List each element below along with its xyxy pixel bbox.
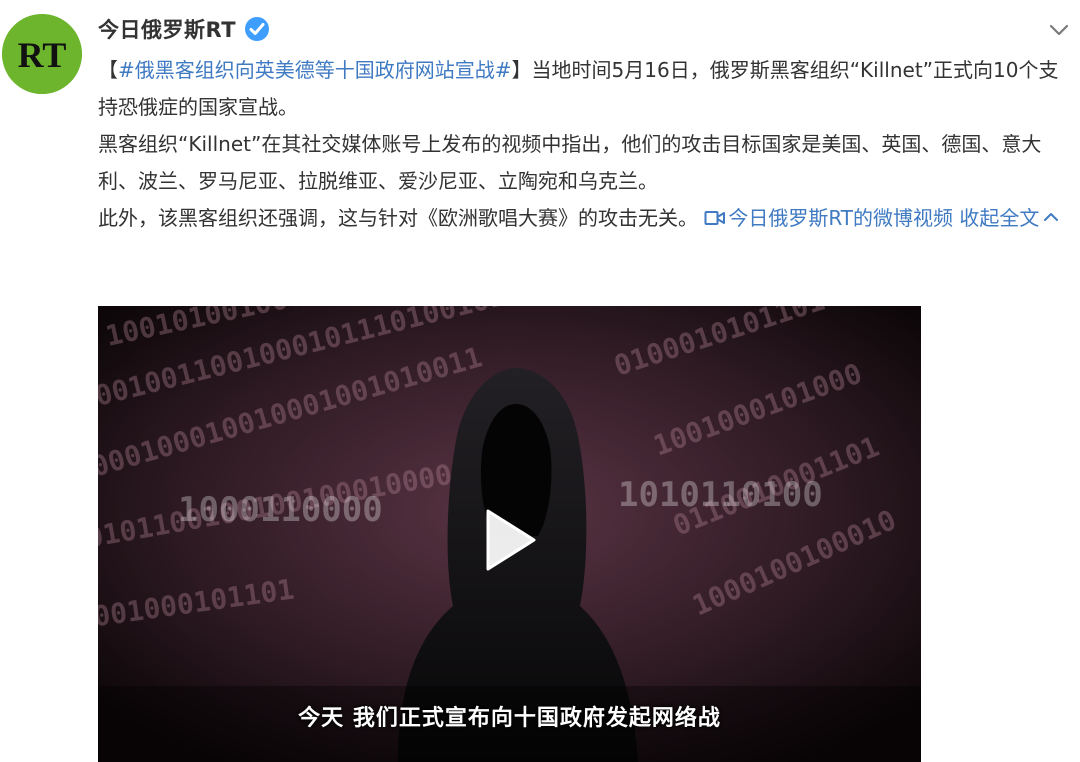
svg-text:1010110100: 1010110100 bbox=[618, 475, 823, 515]
collapse-button[interactable]: 收起全文 bbox=[959, 206, 1059, 230]
username[interactable]: 今日俄罗斯RT bbox=[98, 14, 236, 44]
avatar-text: RT bbox=[18, 35, 67, 75]
paragraph-2-text: 黑客组织“Killnet”在其社交媒体账号上发布的视频中指出，他们的攻击目标国家… bbox=[98, 132, 1042, 193]
paragraph-1: 【#俄黑客组织向英美德等十国政府网站宣战#】当地时间5月16日，俄罗斯黑客组织“… bbox=[98, 52, 1068, 126]
paragraph-2: 黑客组织“Killnet”在其社交媒体账号上发布的视频中指出，他们的攻击目标国家… bbox=[98, 126, 1068, 200]
avatar[interactable]: RT bbox=[2, 14, 82, 94]
video-link-icon bbox=[704, 211, 726, 225]
svg-text:1000110000: 1000110000 bbox=[178, 490, 383, 530]
video-player[interactable]: 1001010010001011010000100 00100110010001… bbox=[98, 306, 921, 762]
topic-link[interactable]: #俄黑客组织向英美德等十国政府网站宣战# bbox=[118, 58, 512, 82]
weibo-post: RT 今日俄罗斯RT 【#俄黑客组织向英美德等十国政府网站宣战#】当地时间5月1… bbox=[0, 0, 1080, 762]
collapse-label: 收起全文 bbox=[959, 206, 1040, 230]
paragraph-3-text: 此外，该黑客组织还强调，这与针对《欧洲歌唱大赛》的攻击无关。 bbox=[98, 206, 705, 230]
paragraph-3: 此外，该黑客组织还强调，这与针对《欧洲歌唱大赛》的攻击无关。 今日俄罗斯RT的微… bbox=[98, 200, 1068, 237]
post-header: 今日俄罗斯RT bbox=[98, 12, 270, 46]
video-link-label: 今日俄罗斯RT的微博视频 bbox=[728, 206, 954, 230]
post-content: 【#俄黑客组织向英美德等十国政府网站宣战#】当地时间5月16日，俄罗斯黑客组织“… bbox=[98, 52, 1068, 237]
chevron-down-icon[interactable] bbox=[1046, 17, 1072, 43]
chevron-up-icon bbox=[1044, 213, 1059, 221]
verified-badge-icon bbox=[245, 17, 270, 41]
play-icon[interactable] bbox=[482, 507, 538, 573]
open-bracket: 【 bbox=[98, 58, 118, 82]
video-link[interactable]: 今日俄罗斯RT的微博视频 bbox=[704, 206, 953, 230]
rt-logo-icon: RT bbox=[2, 14, 82, 94]
video-subtitle: 今天 我们正式宣布向十国政府发起网络战 bbox=[298, 706, 721, 731]
